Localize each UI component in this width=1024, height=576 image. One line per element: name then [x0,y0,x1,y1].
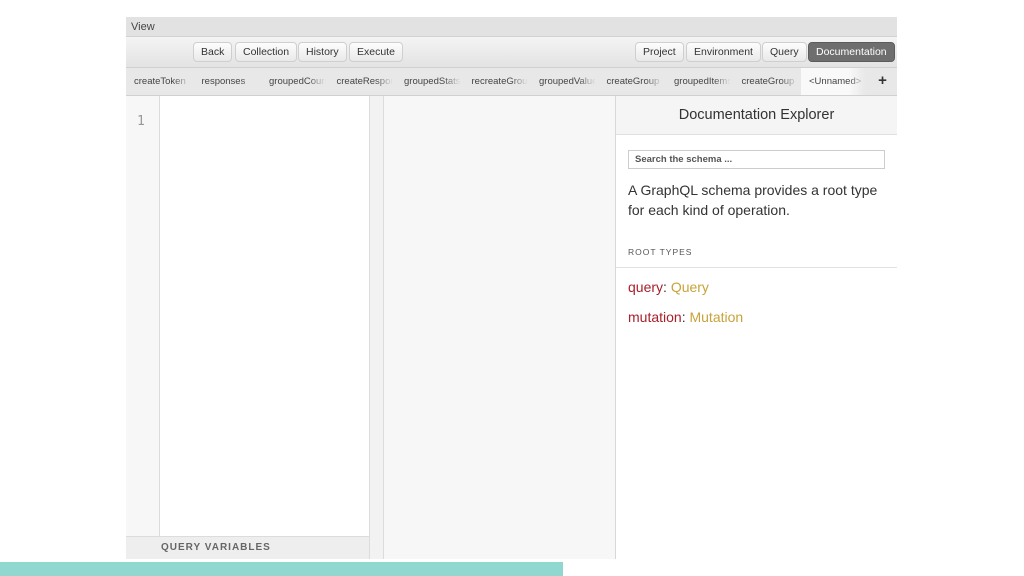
field-type-link[interactable]: Query [671,279,709,295]
environment-button[interactable]: Environment [686,42,761,62]
result-pane [384,96,616,559]
query-variables-bar[interactable]: QUERY VARIABLES [126,536,369,559]
add-tab-icon[interactable]: + [869,68,897,95]
root-type-mutation: mutation: Mutation [628,309,744,325]
execute-button[interactable]: Execute [349,42,403,62]
query-button[interactable]: Query [762,42,807,62]
history-button[interactable]: History [298,42,347,62]
project-button[interactable]: Project [635,42,684,62]
schema-search-input[interactable] [628,150,885,169]
menu-view[interactable]: View [131,21,155,33]
tab-query[interactable]: groupedValues [531,68,599,95]
field-name: mutation [628,309,682,325]
back-button[interactable]: Back [193,42,233,62]
root-type-query: query: Query [628,279,709,295]
query-tabs: createToken responses groupedCount creat… [126,68,897,96]
toolbar: Back Collection History Execute Project … [126,37,897,68]
divider [616,267,897,268]
tab-query[interactable]: createResponse [329,68,396,95]
tab-query[interactable]: createGroup [599,68,666,95]
docs-description: A GraphQL schema provides a root type fo… [628,182,878,218]
tab-query[interactable]: createGroup [734,68,801,95]
query-editor[interactable]: 1 QUERY VARIABLES [126,96,370,559]
root-types-title: ROOT TYPES [628,247,693,257]
field-name: query [628,279,664,295]
tab-query[interactable]: responses [194,68,261,95]
tab-query[interactable]: groupedStats [396,68,464,95]
tab-query[interactable]: recreateGroup [464,68,531,95]
field-type-link[interactable]: Mutation [689,309,743,325]
query-variables-label: QUERY VARIABLES [161,542,271,553]
line-number: 1 [137,114,145,129]
tab-query[interactable]: groupedCount [261,68,329,95]
collection-button[interactable]: Collection [235,42,298,62]
menu-bar: View [126,17,897,37]
documentation-explorer: Documentation Explorer A GraphQL schema … [616,96,897,559]
bottom-accent-bar [0,562,563,576]
tab-query[interactable]: createToken [126,68,194,95]
tab-query[interactable]: groupedItems [666,68,734,95]
line-gutter: 1 [126,96,160,536]
tab-query-active[interactable]: <Unnamed> [801,68,869,95]
pane-splitter[interactable] [370,96,384,559]
docs-title: Documentation Explorer [616,96,897,135]
graphql-ide-window: View Back Collection History Execute Pro… [126,17,897,559]
documentation-button[interactable]: Documentation [808,42,895,62]
